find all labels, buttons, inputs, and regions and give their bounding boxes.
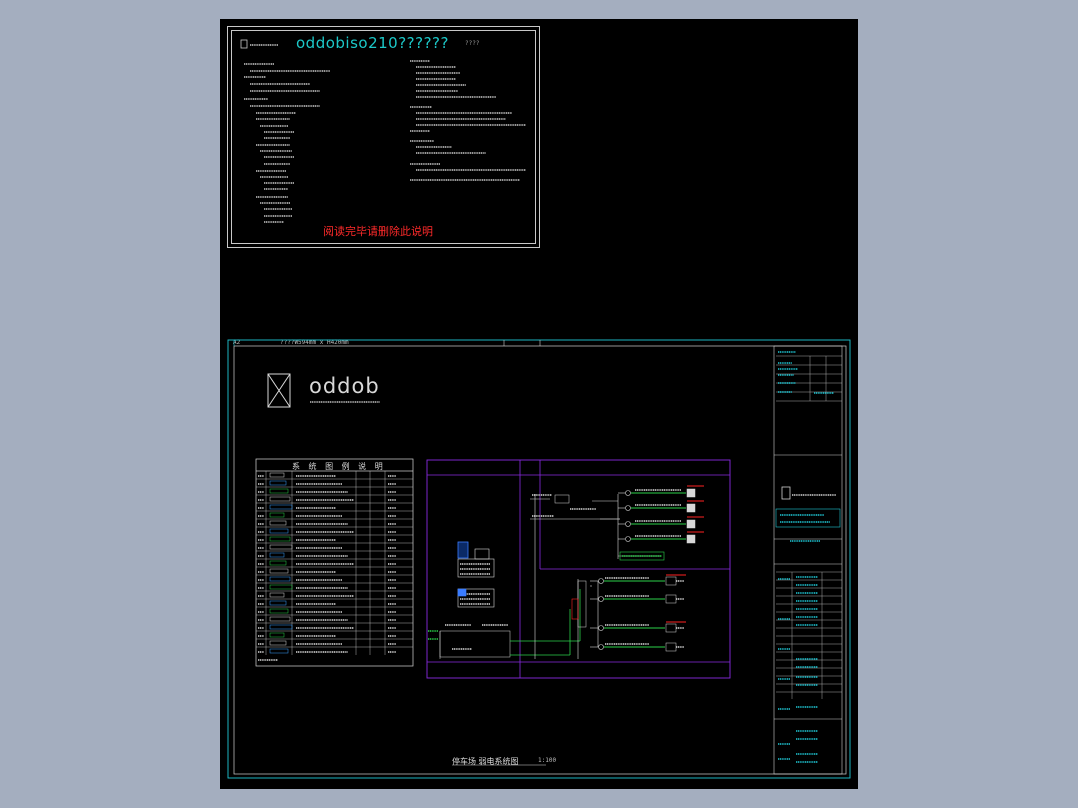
title-logo-icon [781,486,791,500]
legend-symbol [269,496,291,502]
legend-symbol [269,648,289,654]
legend-symbol [269,568,289,574]
legend-symbol [269,576,291,582]
junction-node [625,505,631,511]
legend-symbol [269,632,285,638]
equipment-rack [457,558,495,578]
legend-symbol [269,504,293,510]
legend-table [255,458,414,667]
switch-box [554,494,570,504]
notes-logo-icon [240,39,248,49]
end-device [665,623,677,633]
legend-symbol [269,512,285,518]
cad-drawing-sheet: oddobiso210?????? ???? 阅读完毕请删除此说明 A2 ???… [220,19,858,789]
project-name-box [775,508,841,528]
legend-symbol [269,480,287,486]
legend-symbol [269,592,285,598]
equipment-box [474,548,490,560]
legend-symbol [269,520,287,526]
server-rack [457,541,469,559]
end-device [665,594,677,604]
junction-node [625,536,631,542]
legend-symbol [269,616,291,622]
end-device [686,488,696,498]
lower-panel [577,580,587,628]
legend-symbol [269,544,293,550]
legend-symbol [269,536,291,542]
legend-symbol [269,472,285,478]
legend-symbol [269,488,289,494]
junction-node [625,490,631,496]
legend-symbol [269,640,287,646]
end-device [686,534,696,544]
legend-symbol [269,608,289,614]
end-device [686,503,696,513]
end-device [665,576,677,586]
legend-symbol [269,552,285,558]
junction-node [598,596,604,602]
cad-linework [227,39,851,779]
legend-symbol [269,584,293,590]
junction-node [598,578,604,584]
equipment-indicator [457,588,467,597]
alert-panel [571,598,579,620]
legend-symbol [269,600,287,606]
legend-symbol [269,624,293,630]
legend-symbol [269,528,289,534]
end-device [665,642,677,652]
legend-symbol [269,560,287,566]
junction-node [625,521,631,527]
controller-box [439,630,511,658]
end-device [686,519,696,529]
junction-node [598,644,604,650]
junction-node [598,625,604,631]
